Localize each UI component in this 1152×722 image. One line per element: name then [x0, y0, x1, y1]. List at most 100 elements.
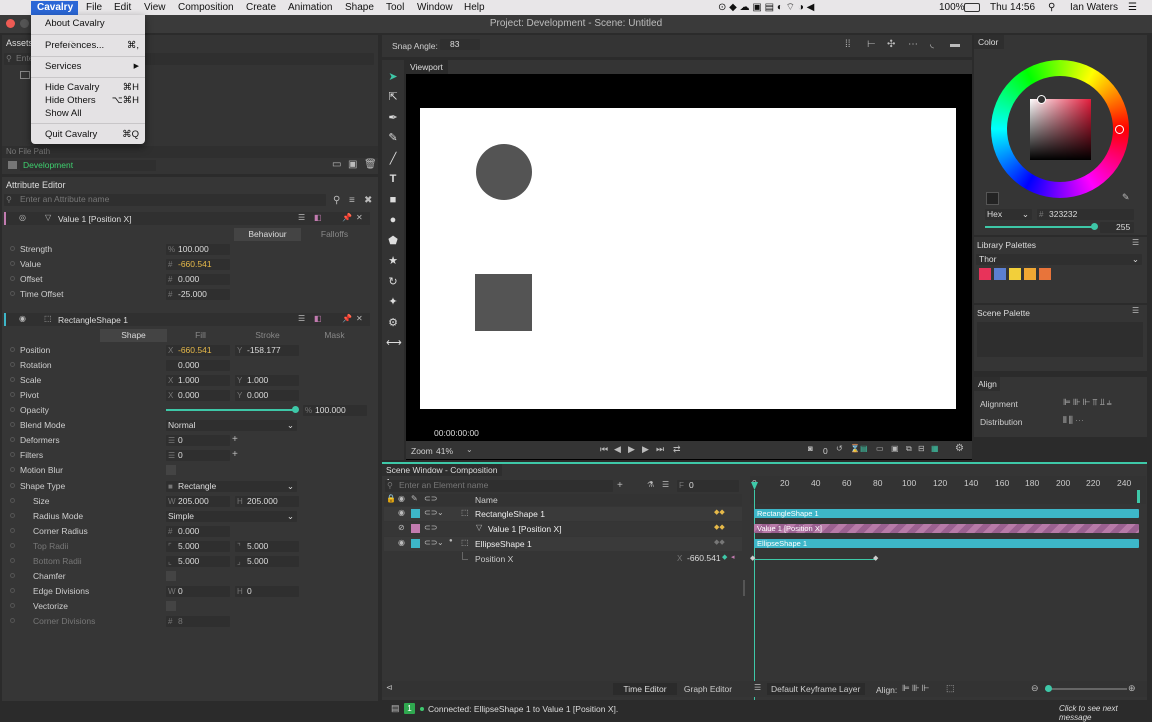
opacity-slider-handle[interactable] — [292, 406, 299, 413]
scale-y-field[interactable]: Y 1.000 — [235, 375, 299, 386]
keyframe-dot[interactable] — [10, 362, 15, 367]
tab-falloffs[interactable]: Falloffs — [301, 228, 368, 241]
menu-icon[interactable]: ☰ — [1132, 306, 1139, 315]
skip-end-icon[interactable]: ⏭ — [656, 444, 664, 455]
bottom-radii-a-field[interactable]: ⌞ 5.000 — [166, 556, 230, 567]
row-color-swatch[interactable] — [411, 509, 420, 518]
collapse-icon[interactable]: ⊲ — [386, 683, 393, 692]
menu-cavalry[interactable]: Cavalry — [31, 1, 78, 15]
alpha-field[interactable]: 255 — [1100, 222, 1134, 233]
keyframe-dot[interactable] — [10, 261, 15, 266]
frame-select-icon[interactable]: ⬚ — [946, 683, 955, 694]
render-icon[interactable]: ▭ — [876, 444, 884, 453]
keyframe-dot[interactable] — [10, 543, 15, 548]
palette-swatch[interactable] — [1039, 268, 1051, 280]
hex-field[interactable]: #323232 — [1037, 209, 1134, 220]
keyframe-dot[interactable] — [10, 618, 15, 623]
chamfer-checkbox[interactable] — [166, 571, 176, 581]
pivot-y-field[interactable]: Y 0.000 — [235, 390, 299, 401]
hue-handle[interactable] — [1115, 125, 1124, 134]
filter-icon[interactable]: ≡ — [349, 195, 355, 206]
refresh-icon[interactable]: ↺ — [836, 444, 843, 453]
menu-item-about[interactable]: About Cavalry — [45, 18, 105, 29]
ellipse-tool-icon[interactable]: ● — [386, 213, 400, 227]
scene-palette-area[interactable] — [977, 322, 1143, 357]
rectangle-tool-icon[interactable]: ■ — [386, 193, 400, 207]
loop-icon[interactable]: ⇄ — [673, 444, 681, 455]
distribute-icon[interactable]: ⋯ — [908, 39, 918, 50]
sparkle-tool-icon[interactable]: ✦ — [386, 295, 400, 309]
node-options-icon[interactable]: ☰ — [298, 314, 305, 323]
add-filter-icon[interactable]: + — [232, 449, 238, 460]
menu-edit[interactable]: Edit — [114, 1, 131, 15]
skip-start-icon[interactable]: ⏮ — [600, 444, 608, 455]
pen-tool-icon[interactable]: ✒ — [386, 111, 400, 125]
message-count-badge[interactable]: 1 — [404, 703, 415, 714]
keyframe-dot[interactable] — [10, 347, 15, 352]
line-tool-icon[interactable]: ╱ — [386, 152, 400, 166]
alpha-slider[interactable] — [985, 226, 1095, 228]
chevron-down-icon[interactable]: ⌄ — [437, 538, 444, 547]
strength-field[interactable]: % 100.000 — [166, 244, 230, 255]
menu-file[interactable]: File — [86, 1, 102, 15]
row-color-swatch[interactable] — [411, 539, 420, 548]
zoom-out-icon[interactable]: ⊖ — [1031, 683, 1039, 694]
guides-icon[interactable]: ⊟ — [918, 444, 925, 453]
menu-item-services[interactable]: Services — [45, 61, 81, 72]
window-icon[interactable]: ▣ — [348, 159, 357, 170]
clear-icon[interactable]: ✖ — [364, 195, 372, 206]
fps-icon[interactable]: ⌛ — [850, 444, 860, 453]
tab-stroke[interactable]: Stroke — [234, 329, 301, 342]
camera-icon[interactable]: ◙ — [808, 444, 813, 453]
time-editor-tab[interactable]: Time Editor — [613, 683, 677, 695]
tab-behaviour[interactable]: Behaviour — [234, 228, 301, 241]
keyframe-dot[interactable] — [10, 498, 15, 503]
menu-animation[interactable]: Animation — [288, 1, 332, 15]
battery-icon[interactable] — [964, 3, 980, 12]
menu-item-show-all[interactable]: Show All — [45, 108, 81, 119]
color-tab[interactable]: Color — [974, 35, 1004, 49]
attribute-search-input[interactable]: ⚲ Enter an Attribute name — [4, 194, 326, 206]
edge-divisions-w-field[interactable]: W0 — [166, 586, 230, 597]
filter-icon[interactable]: ⚗ — [647, 480, 654, 489]
visibility-toggle-icon[interactable]: ⊂⊃ — [424, 508, 437, 517]
keyframe-dot[interactable] — [10, 452, 15, 457]
offset-field[interactable]: #0.000 — [166, 274, 230, 285]
top-radii-b-field[interactable]: ⌝ 5.000 — [235, 541, 299, 552]
arc-tool-icon[interactable]: ↻ — [386, 275, 400, 289]
timeline-bar-value[interactable]: Value 1 [Position X] — [754, 524, 1139, 533]
node-color-icon[interactable]: ◧ — [314, 314, 322, 323]
color-mode-select[interactable]: Hex ⌄ — [985, 209, 1032, 220]
deformers-field[interactable]: ☰ 0 — [166, 435, 230, 446]
solo-icon[interactable]: ✎ — [411, 494, 418, 503]
palette-swatch[interactable] — [979, 268, 991, 280]
palette-swatch[interactable] — [994, 268, 1006, 280]
connection-icon[interactable]: ◂ — [731, 553, 735, 561]
link-icon[interactable]: ⊘ — [398, 523, 405, 532]
keyframe-dot[interactable] — [10, 588, 15, 593]
distribution-buttons-icon[interactable]: ⫴⫼⋯ — [1063, 415, 1086, 426]
keyframe-dot[interactable] — [10, 528, 15, 533]
lock-icon[interactable]: 🔒 — [386, 494, 396, 503]
eyedropper-icon[interactable]: ✎ — [1122, 192, 1130, 203]
pin-icon[interactable]: 📌 — [342, 213, 352, 222]
keyframe-indicator-icon[interactable]: ◆◆ — [714, 538, 725, 546]
eye-icon[interactable]: ◉ — [398, 538, 405, 547]
color-picker-handle[interactable] — [1037, 95, 1046, 104]
add-deformer-icon[interactable]: + — [232, 434, 238, 445]
menu-window[interactable]: Window — [417, 1, 453, 15]
saturation-value-square[interactable] — [1030, 99, 1091, 160]
edge-divisions-h-field[interactable]: H0 — [235, 586, 299, 597]
top-radii-a-field[interactable]: ⌜ 5.000 — [166, 541, 230, 552]
pencil-tool-icon[interactable]: ✎ — [386, 131, 400, 145]
scale-x-field[interactable]: X 1.000 — [166, 375, 230, 386]
frame-field[interactable]: F0 — [677, 480, 739, 492]
pin-icon[interactable]: 📌 — [342, 314, 352, 323]
palette-swatch[interactable] — [1009, 268, 1021, 280]
node-options-icon[interactable]: ☰ — [298, 213, 305, 222]
menu-create[interactable]: Create — [246, 1, 276, 15]
menu-view[interactable]: View — [144, 1, 166, 15]
minimize-window-icon[interactable] — [20, 19, 29, 28]
checker-icon[interactable]: ▦ — [931, 444, 939, 453]
node-color-icon[interactable]: ◧ — [314, 213, 322, 222]
